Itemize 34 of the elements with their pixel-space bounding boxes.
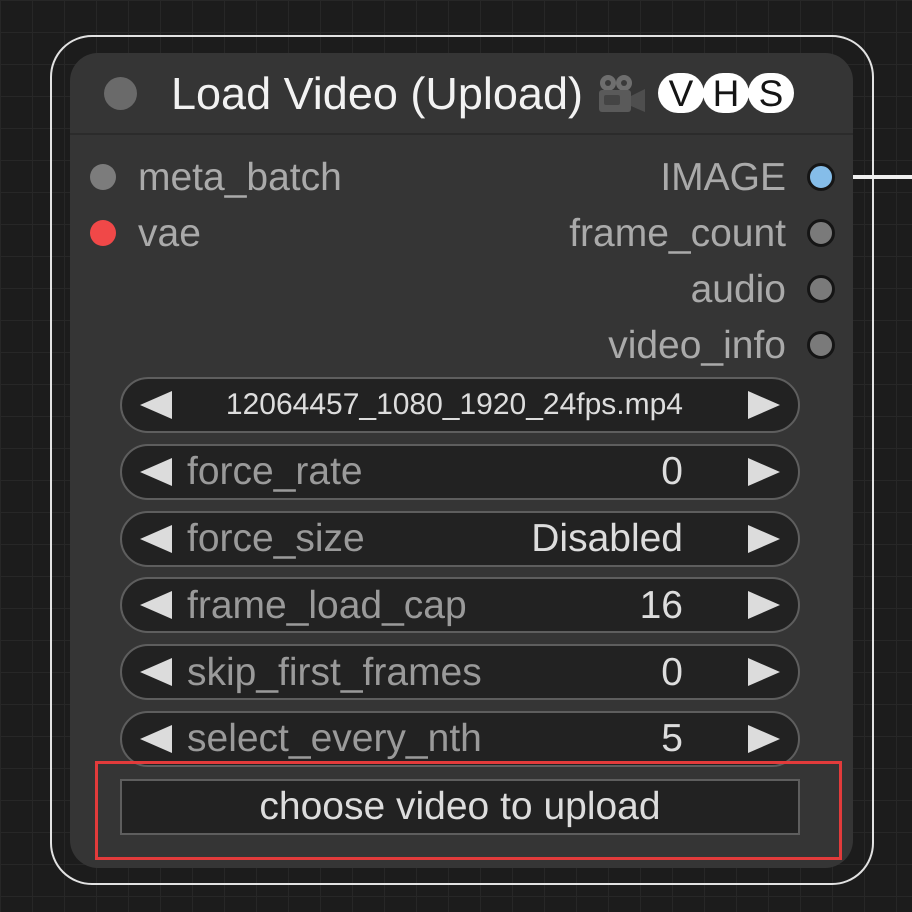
output-label: IMAGE xyxy=(660,158,786,196)
widget-value: 16 xyxy=(640,586,683,625)
output-label: frame_count xyxy=(569,214,786,252)
left-triangle-icon[interactable] xyxy=(140,724,172,753)
widget-value: Disabled xyxy=(531,519,683,558)
widget-label: frame_load_cap xyxy=(187,586,467,625)
widget-value: 0 xyxy=(661,452,683,492)
letter-badge: S xyxy=(748,73,794,113)
right-triangle-icon[interactable] xyxy=(748,391,780,419)
right-triangle-icon[interactable] xyxy=(748,658,780,686)
output-label: video_info xyxy=(608,326,786,364)
widget-value: 0 xyxy=(661,652,683,692)
widget-label: force_size xyxy=(187,519,365,558)
left-triangle-icon[interactable] xyxy=(140,524,172,553)
left-triangle-icon[interactable] xyxy=(140,591,172,620)
letter-badge: H xyxy=(702,73,749,113)
right-triangle-icon[interactable] xyxy=(748,591,780,620)
output-label: audio xyxy=(690,270,786,308)
left-triangle-icon[interactable] xyxy=(140,658,172,686)
right-triangle-icon[interactable] xyxy=(748,524,780,553)
input-label: vae xyxy=(138,214,201,252)
widget-value: 5 xyxy=(661,719,683,758)
right-triangle-icon[interactable] xyxy=(748,724,780,753)
input-label: meta_batch xyxy=(138,158,342,196)
widget-label: force_rate xyxy=(187,452,363,492)
widget-value: 12064457_1080_1920_24fps.mp4 xyxy=(226,390,683,420)
right-triangle-icon[interactable] xyxy=(748,458,780,486)
upload-button[interactable]: choose video to upload xyxy=(120,778,800,835)
widget-label: select_every_nth xyxy=(187,719,482,758)
left-triangle-icon[interactable] xyxy=(140,391,172,419)
left-triangle-icon[interactable] xyxy=(140,458,172,486)
widget-label: skip_first_frames xyxy=(187,652,482,692)
movie-camera-icon xyxy=(596,74,645,112)
letter-badge: V xyxy=(658,73,704,113)
